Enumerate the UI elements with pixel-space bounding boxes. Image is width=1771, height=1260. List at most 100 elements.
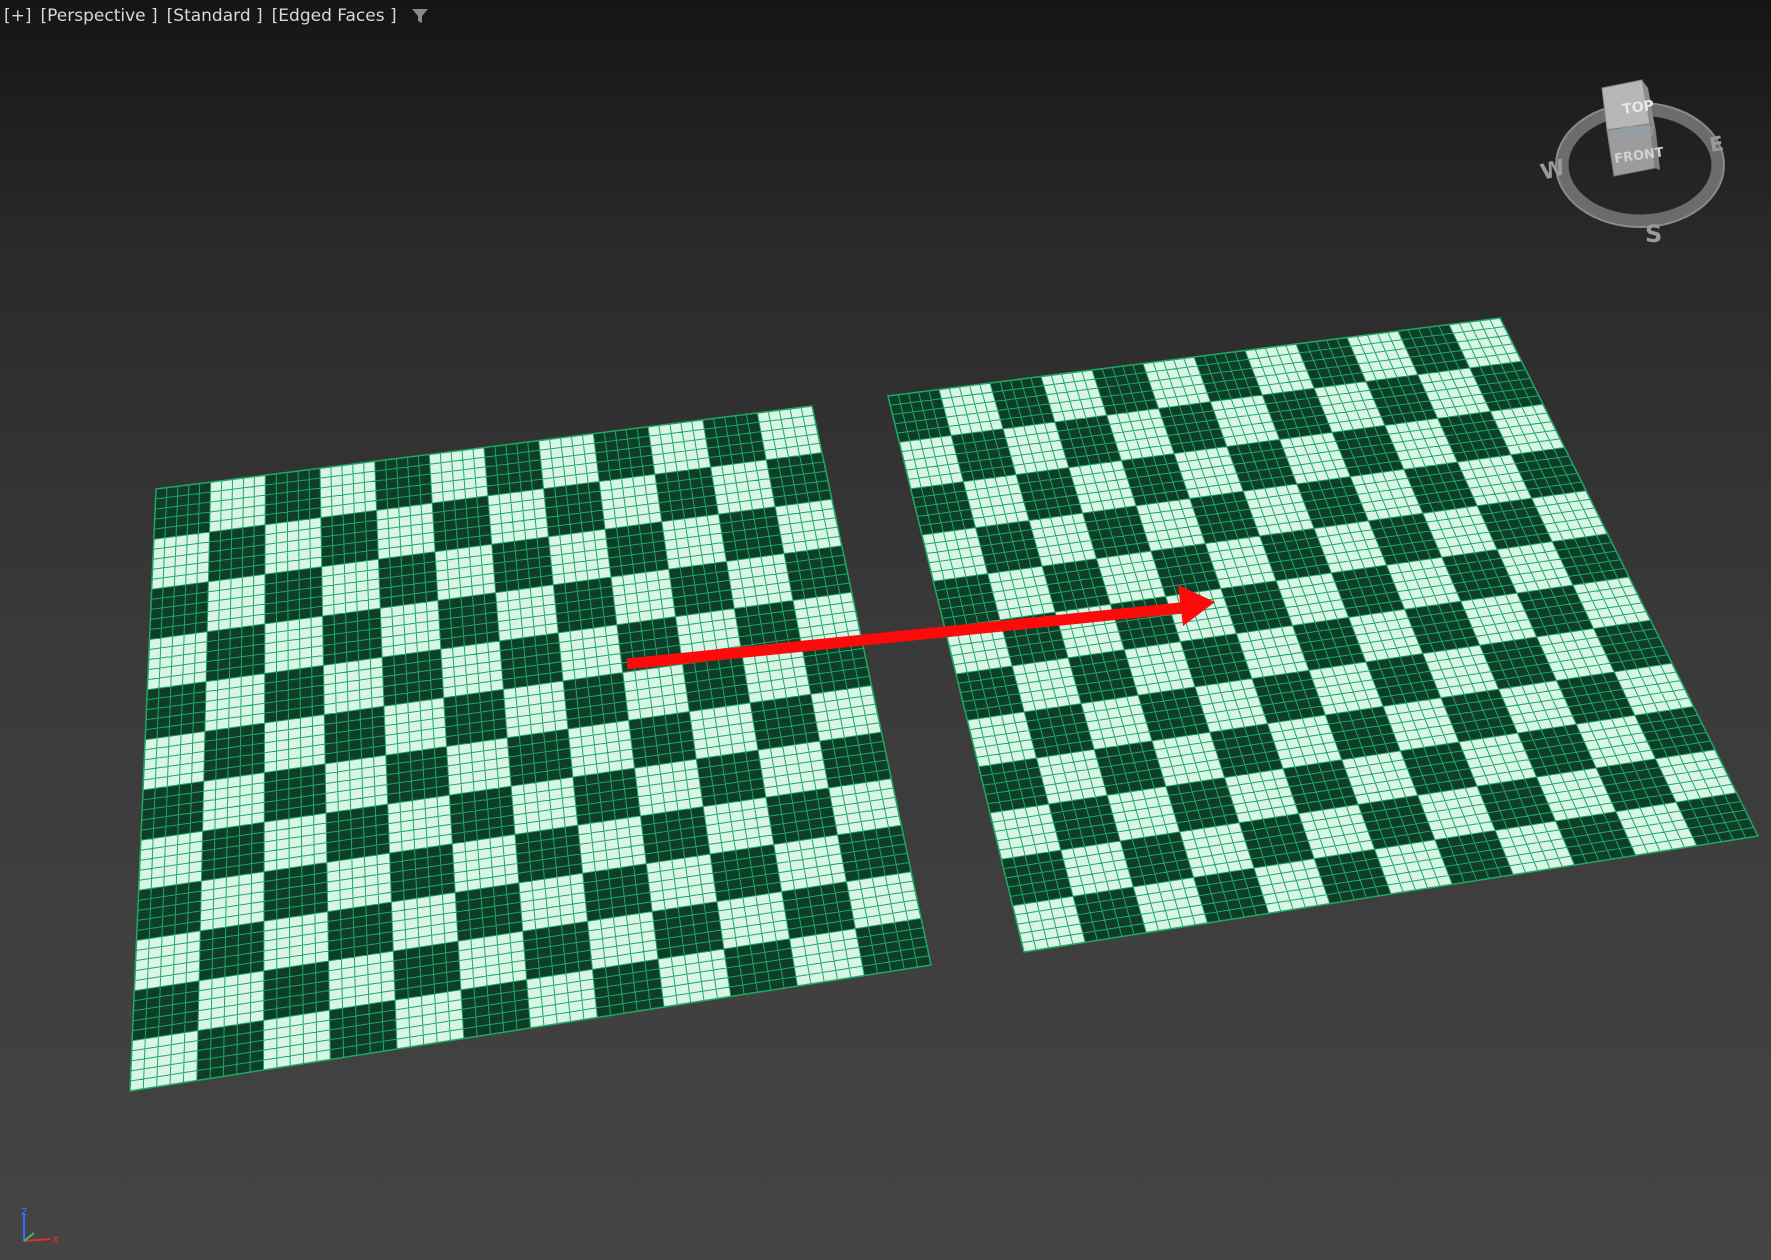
axis-z-label: z	[21, 1204, 27, 1218]
checker-square	[628, 711, 697, 769]
checker-square	[443, 689, 508, 747]
checker-square	[264, 813, 327, 872]
checker-square	[263, 862, 328, 922]
checker-square	[661, 514, 727, 570]
checker-square	[202, 772, 265, 832]
checker-square	[449, 786, 515, 844]
checker-square	[432, 495, 492, 552]
checker-square	[710, 459, 776, 515]
checker-square	[374, 454, 433, 511]
checker-square	[207, 574, 266, 632]
checker-square	[689, 702, 758, 760]
checker-square	[264, 714, 326, 773]
checker-square	[264, 616, 324, 674]
checker-square	[487, 488, 549, 545]
checker-square	[140, 781, 204, 841]
checker-square	[435, 544, 496, 601]
compass-south-label[interactable]: S	[1645, 220, 1662, 248]
checker-square	[326, 853, 392, 912]
checker-square	[682, 655, 751, 712]
checker-square	[324, 706, 386, 764]
checker-square	[484, 440, 544, 496]
checker-square	[143, 731, 205, 790]
checker-square	[599, 474, 662, 530]
checker-square	[495, 584, 559, 641]
checker-square	[264, 763, 326, 823]
checker-square	[828, 778, 902, 835]
checker-square	[209, 475, 266, 532]
checker-square	[265, 517, 322, 575]
checker-square	[775, 499, 842, 554]
checker-square	[696, 750, 766, 807]
checker-square	[153, 482, 211, 540]
checker-square	[750, 694, 820, 751]
checker-square	[452, 834, 519, 893]
checker-square	[136, 881, 202, 941]
viewport-point-of-view-menu[interactable]: [Perspective ]	[41, 6, 158, 26]
checker-square	[149, 581, 209, 640]
checker-square	[208, 524, 266, 582]
scene-canvas[interactable]	[0, 0, 1771, 1260]
checker-square	[320, 510, 379, 567]
checker-square	[264, 665, 325, 724]
viewcube[interactable]: TOP FRONT W E S	[1535, 70, 1735, 250]
checker-square	[634, 759, 704, 816]
checker-square	[440, 641, 504, 698]
right-checker-plane[interactable]	[887, 317, 1760, 953]
checker-square	[718, 506, 785, 562]
checker-square	[151, 531, 210, 590]
checker-square	[325, 755, 388, 814]
checker-square	[726, 553, 793, 609]
checker-square	[515, 825, 583, 883]
axis-x-label: x	[52, 1232, 59, 1246]
checker-square	[553, 577, 617, 633]
checker-square	[325, 804, 390, 863]
checker-square	[605, 521, 669, 577]
axis-tripod: z x	[18, 1203, 64, 1249]
checker-square	[765, 787, 838, 845]
checker-square	[990, 804, 1061, 860]
checker-square	[648, 419, 711, 475]
checker-square	[145, 681, 207, 740]
left-checker-plane[interactable]	[129, 405, 932, 1092]
checker-square	[702, 412, 767, 468]
checker-square	[611, 569, 676, 625]
viewport-general-menu[interactable]: [+]	[4, 6, 32, 26]
checker-square	[203, 723, 265, 782]
checker-square	[382, 649, 444, 707]
checker-square	[978, 758, 1049, 813]
checker-square	[543, 481, 606, 537]
checker-square	[507, 729, 573, 787]
checker-square	[558, 624, 623, 681]
checker-square	[654, 467, 719, 522]
compass-east-label[interactable]: E	[1708, 131, 1726, 157]
checker-square	[572, 768, 641, 826]
funnel-filter-icon[interactable]	[410, 6, 430, 26]
checker-square	[499, 632, 564, 690]
perspective-viewport[interactable]: [+] [Perspective ] [Standard ] [Edged Fa…	[0, 0, 1771, 1260]
checker-square	[593, 426, 655, 482]
checker-square	[622, 664, 690, 721]
checker-square	[437, 592, 500, 650]
checker-square	[206, 623, 265, 682]
viewport-shading-menu[interactable]: [Standard ]	[167, 6, 263, 26]
checker-square	[264, 566, 323, 624]
checker-square	[322, 608, 383, 666]
checker-square	[147, 631, 208, 690]
checker-square	[503, 680, 568, 738]
checker-square	[538, 433, 600, 489]
checker-square	[819, 732, 892, 788]
checker-square	[548, 529, 611, 585]
checker-square	[563, 672, 629, 730]
checker-square	[385, 746, 450, 805]
checker-square	[320, 461, 377, 518]
checker-square	[757, 741, 829, 798]
checker-square	[380, 600, 441, 658]
checker-square	[511, 777, 578, 835]
checker-square	[204, 673, 265, 732]
viewport-edged-faces-menu[interactable]: [Edged Faces ]	[272, 6, 397, 26]
checker-square	[376, 503, 436, 560]
checker-square	[703, 797, 774, 855]
checker-square	[491, 536, 554, 593]
checker-square	[567, 720, 635, 778]
